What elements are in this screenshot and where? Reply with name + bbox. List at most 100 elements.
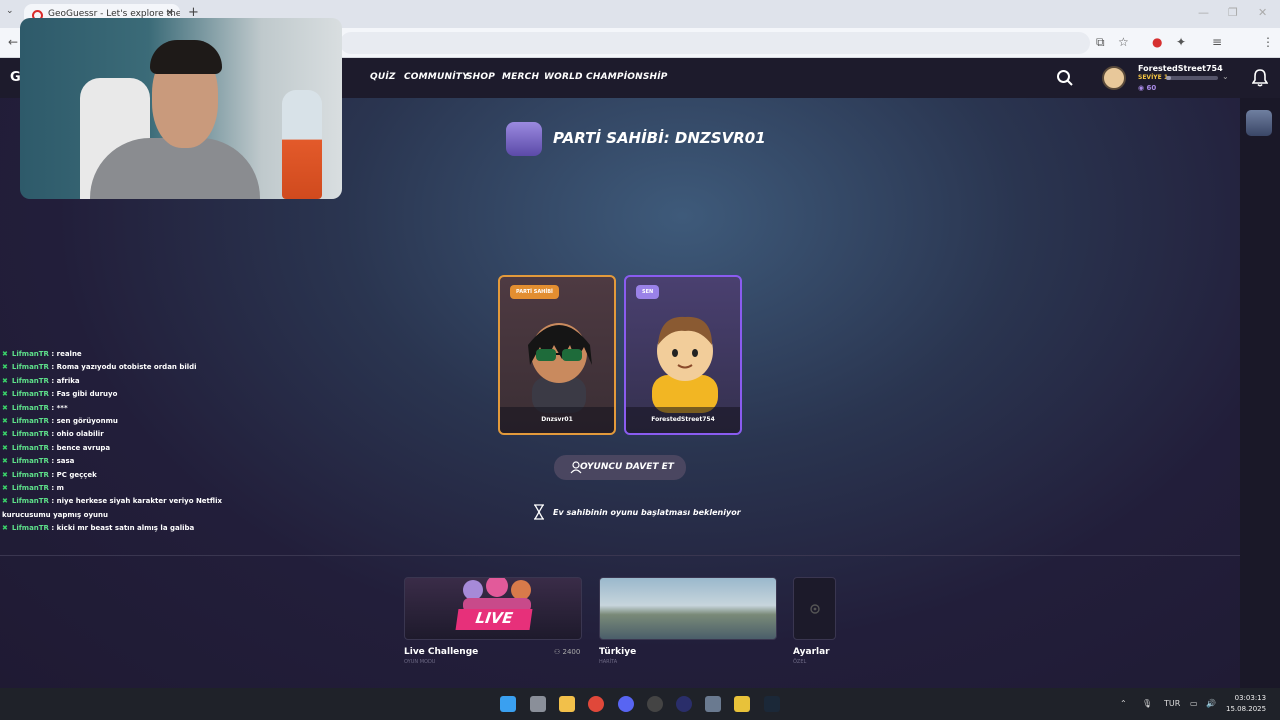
back-arrow-icon[interactable]: ←: [8, 35, 18, 49]
chat-text: : sen görüyonmu: [48, 417, 118, 426]
chrome-icon[interactable]: [588, 696, 604, 712]
check-icon: ✖: [2, 417, 8, 426]
nav-world-championship[interactable]: WORLD CHAMPİONSHİP: [544, 72, 668, 82]
settings-sub: ÖZEL: [793, 659, 807, 665]
mode-live-challenge[interactable]: LIVE: [404, 577, 582, 640]
player-card-self[interactable]: SEN ForestedStreet754: [624, 275, 742, 435]
chat-username: LifmanTR: [11, 497, 49, 506]
invite-label: OYUNCU DAVET ET: [580, 462, 674, 472]
chat-message: ✖ LifmanTR : niye herkese siyah karakter …: [2, 495, 252, 522]
mode-turkiye-map[interactable]: [599, 577, 777, 640]
players-icon: ⚇: [554, 648, 563, 656]
minimize-icon[interactable]: —: [1198, 6, 1209, 19]
bookmark-star-icon[interactable]: ☆: [1118, 35, 1129, 49]
right-rail: [1240, 98, 1280, 688]
party-icon: [506, 122, 542, 156]
check-icon: ✖: [2, 497, 8, 506]
clock[interactable]: 03:03:13 15.08.2025: [1226, 693, 1266, 715]
chat-username: LifmanTR: [11, 470, 49, 479]
language-indicator[interactable]: TUR: [1164, 699, 1180, 708]
xp-progress-bar: [1166, 76, 1218, 80]
user-avatar[interactable]: [1102, 66, 1126, 90]
app-icon[interactable]: [676, 696, 692, 712]
chat-username: LifmanTR: [11, 457, 49, 466]
clock-time: 03:03:13: [1234, 694, 1267, 702]
invite-player-button[interactable]: OYUNCU DAVET ET: [554, 455, 686, 480]
webcam-bottle: [282, 90, 322, 199]
chat-username: LifmanTR: [11, 376, 49, 385]
host-name: Dnzsvr01: [500, 407, 614, 433]
steam-icon[interactable]: [764, 696, 780, 712]
host-badge: PARTİ SAHİBİ: [510, 285, 559, 299]
check-icon: ✖: [2, 524, 8, 533]
username[interactable]: ForestedStreet754: [1138, 64, 1223, 73]
check-icon: ✖: [2, 403, 8, 412]
nav-quiz[interactable]: QUİZ: [370, 72, 396, 82]
settings-label[interactable]: Ayarlar: [793, 647, 830, 657]
live-characters-art: [463, 578, 531, 612]
nav-shop[interactable]: SHOP: [466, 72, 495, 82]
mode-settings[interactable]: [793, 577, 836, 640]
nav-merch[interactable]: MERCH: [502, 72, 539, 82]
level-label: SEVİYE 1: [1138, 74, 1169, 81]
turkiye-label[interactable]: Türkiye: [599, 647, 636, 657]
search-icon[interactable]: [1056, 69, 1074, 87]
live-challenge-label[interactable]: Live Challenge: [404, 647, 478, 657]
settings-app-icon[interactable]: [705, 696, 721, 712]
install-app-icon[interactable]: ⧉: [1096, 35, 1105, 50]
file-explorer-icon[interactable]: [559, 696, 575, 712]
app-bolt-icon[interactable]: [734, 696, 750, 712]
chat-text: : ***: [48, 403, 68, 412]
media-control-icon[interactable]: ≡: [1212, 35, 1222, 49]
address-bar[interactable]: [340, 32, 1090, 54]
coin-count: 60: [1146, 84, 1157, 92]
extension-icon[interactable]: ●: [1152, 35, 1162, 49]
discord-icon[interactable]: [618, 696, 634, 712]
chat-message: ✖ LifmanTR : kicki mr beast satın almış l…: [2, 522, 252, 535]
chat-username: LifmanTR: [11, 363, 49, 372]
chat-text: : afrika: [48, 376, 80, 385]
chat-message: ✖ LifmanTR : Roma yazıyodu otobiste ordan…: [2, 361, 252, 374]
self-badge: SEN: [636, 285, 660, 299]
window-close-icon[interactable]: ✕: [1258, 6, 1267, 19]
user-add-icon: [570, 461, 582, 474]
self-name: ForestedStreet754: [626, 407, 740, 433]
tab-search-button[interactable]: ⌄: [6, 6, 14, 16]
live-tag: LIVE: [455, 609, 533, 630]
chat-message: ✖ LifmanTR : ***: [2, 402, 252, 415]
obs-icon[interactable]: [647, 696, 663, 712]
extensions-puzzle-icon[interactable]: ✦: [1176, 35, 1186, 49]
maximize-icon[interactable]: ❐: [1228, 6, 1238, 19]
section-divider: [0, 555, 1240, 556]
start-windows-icon[interactable]: [500, 696, 516, 712]
live-player-count: ⚇ 2400: [554, 648, 580, 656]
network-icon[interactable]: ▭: [1190, 699, 1198, 708]
check-icon: ✖: [2, 376, 8, 385]
chat-message: ✖ LifmanTR : ohio olabilir: [2, 428, 252, 441]
chevron-down-icon[interactable]: ⌄: [1222, 72, 1229, 81]
check-icon: ✖: [2, 443, 8, 452]
check-icon: ✖: [2, 390, 8, 399]
chat-message: ✖ LifmanTR : sen görüyonmu: [2, 415, 252, 428]
webcam-person-hair: [150, 40, 222, 74]
browser-menu-icon[interactable]: ⋮: [1262, 35, 1274, 49]
chat-text: : Fas gibi duruyo: [48, 390, 118, 399]
chat-message: ✖ LifmanTR : bence avrupa: [2, 442, 252, 455]
tray-chevron-up-icon[interactable]: ⌃: [1120, 699, 1127, 708]
nav-community[interactable]: COMMUNİTY: [404, 72, 469, 82]
webcam-overlay: [20, 18, 342, 199]
friend-avatar[interactable]: [1246, 110, 1272, 136]
turkiye-sub: HARİTA: [599, 659, 618, 665]
xp-progress-fill: [1166, 76, 1172, 80]
chat-text: : ohio olabilir: [48, 430, 104, 439]
hourglass-icon: [534, 504, 544, 520]
chat-text: : kicki mr beast satın almış la galiba: [48, 524, 195, 533]
chat-username: LifmanTR: [11, 417, 49, 426]
task-view-icon[interactable]: [530, 696, 546, 712]
microphone-icon[interactable]: 🎙: [1142, 699, 1152, 708]
player-card-host[interactable]: PARTİ SAHİBİ Dnzsvr01: [498, 275, 616, 435]
party-title: PARTİ SAHİBİ: DNZSVR01: [553, 129, 766, 147]
bell-icon[interactable]: [1252, 69, 1268, 87]
chat-username: LifmanTR: [11, 524, 49, 533]
volume-icon[interactable]: 🔊: [1206, 699, 1216, 708]
